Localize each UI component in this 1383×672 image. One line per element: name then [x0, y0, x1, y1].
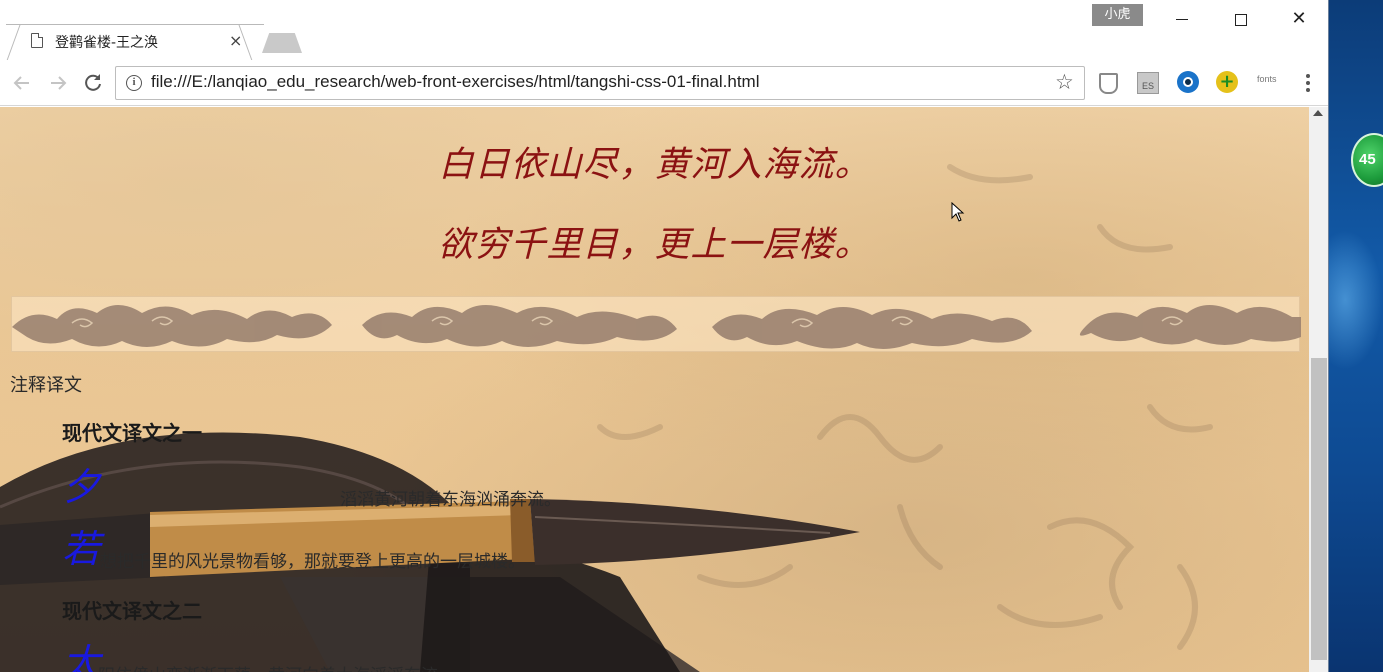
fonts-extension-icon[interactable]: fonts: [1257, 74, 1277, 84]
page-icon: [31, 33, 43, 48]
forward-button[interactable]: [45, 70, 71, 96]
drop-cap: 夕: [62, 465, 101, 509]
page-viewport: 白日依山尽，黄河入海流。 欲穷千里目，更上一层楼。 注释译文 现代文译文之一 夕…: [0, 107, 1309, 672]
es-extension-icon[interactable]: ES: [1137, 72, 1159, 94]
maximize-button[interactable]: [1231, 10, 1251, 30]
bookmark-star-icon[interactable]: ☆: [1055, 70, 1074, 94]
cloud-pattern-divider: [11, 296, 1301, 352]
mouse-cursor-icon: [951, 202, 965, 222]
scrollbar-thumb[interactable]: [1311, 358, 1327, 660]
reload-icon: [85, 74, 101, 91]
minimize-button[interactable]: [1172, 10, 1192, 30]
translation-1-paragraph-1: 夕 滔滔黄河朝着东海汹涌奔流。: [62, 465, 762, 515]
desktop-glow: [1329, 230, 1383, 370]
plus-extension-icon[interactable]: +: [1216, 71, 1238, 93]
eye-extension-icon[interactable]: [1177, 71, 1199, 93]
close-window-button[interactable]: ✕: [1288, 8, 1310, 30]
cloud-pattern-graphic: [12, 305, 1301, 349]
shield-extension-icon[interactable]: [1096, 71, 1118, 94]
translation-2-paragraph-1: 太 阳依傍山峦渐渐下落，黄河向着大海滔滔东流。: [62, 641, 762, 672]
dots-glyph: [1306, 74, 1310, 92]
back-button[interactable]: [9, 70, 35, 96]
paragraph-text: 阳依傍山峦渐渐下落，黄河向着大海滔滔东流。: [98, 661, 455, 672]
reload-button[interactable]: [80, 70, 106, 96]
translation-1-paragraph-2: 若 想把千里的风光景物看够，那就要登上更高的一层城楼。: [62, 527, 762, 577]
poem-line-2: 欲穷千里目，更上一层楼。: [438, 225, 871, 265]
tab-title[interactable]: 登鹳雀楼-王之涣: [55, 32, 158, 52]
translation-1-title: 现代文译文之一: [62, 421, 202, 445]
paragraph-text: 滔滔黄河朝着东海汹涌奔流。: [340, 490, 561, 510]
arrow-left-icon: [13, 76, 29, 90]
browser-window: 登鹳雀楼-王之涣 × 小虎 ✕ i file:///E:/lanqiao_edu…: [0, 0, 1329, 672]
url-text[interactable]: file:///E:/lanqiao_edu_research/web-fron…: [151, 72, 760, 92]
arrow-right-icon: [51, 76, 67, 90]
kebab-menu-icon[interactable]: [1300, 70, 1316, 96]
info-icon[interactable]: i: [126, 75, 142, 91]
scroll-up-arrow-icon[interactable]: [1313, 110, 1323, 116]
paragraph-text: 想把千里的风光景物看够，那就要登上更高的一层城楼。: [100, 552, 525, 572]
close-tab-icon[interactable]: ×: [229, 32, 242, 50]
translation-2-title: 现代文译文之二: [62, 599, 202, 623]
ink-brush-background: [0, 164, 1213, 672]
poem-line-1: 白日依山尽，黄河入海流。: [438, 145, 871, 185]
widget-value: 45: [1359, 151, 1376, 168]
profile-badge[interactable]: 小虎: [1092, 4, 1143, 26]
drop-cap: 若: [62, 527, 101, 571]
drop-cap: 太: [62, 641, 101, 672]
section-title: 注释译文: [10, 375, 82, 396]
